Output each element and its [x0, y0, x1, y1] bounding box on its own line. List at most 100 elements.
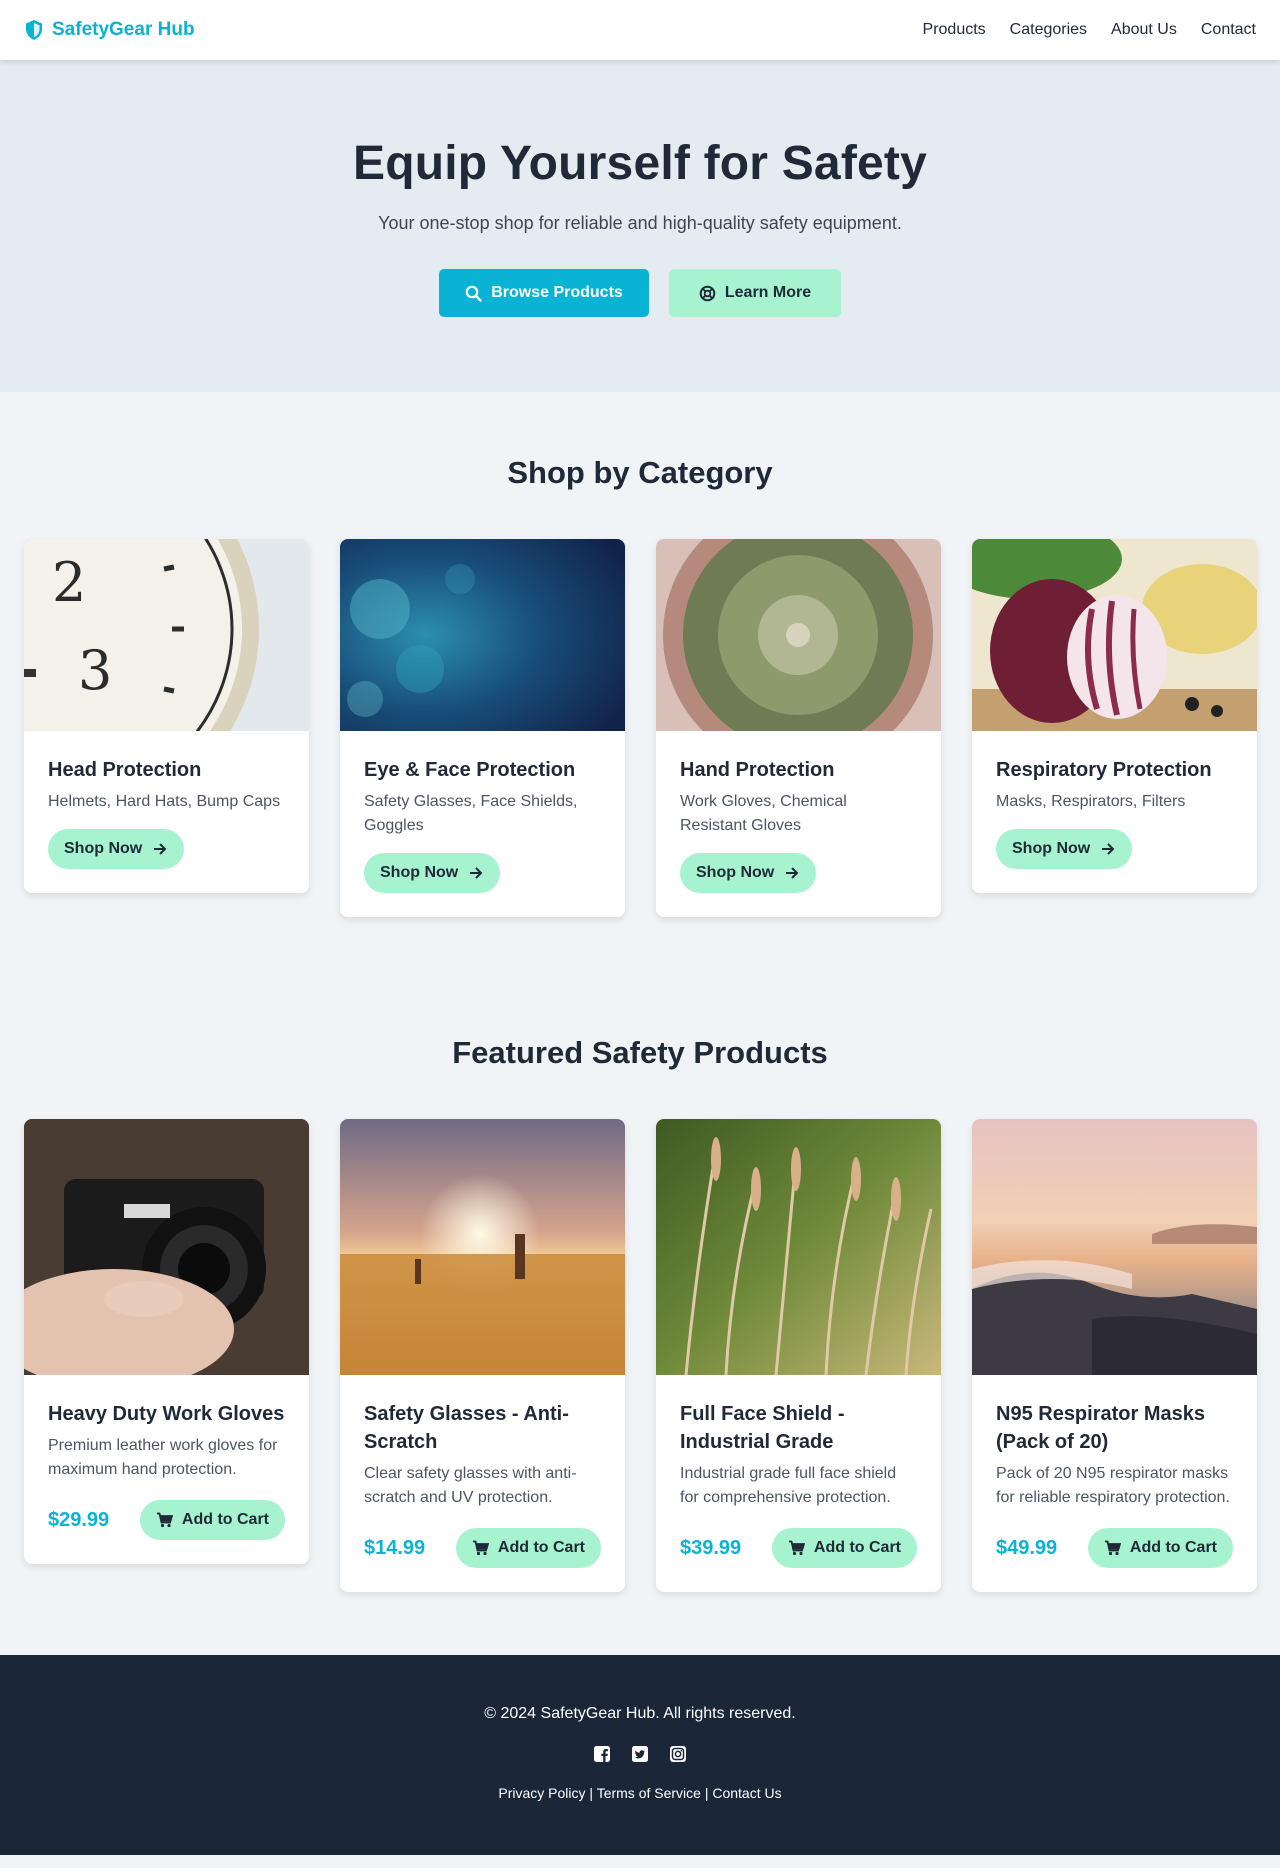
shop-now-button[interactable]: Shop Now	[364, 853, 501, 893]
product-description: Clear safety glasses with anti-scratch a…	[364, 1465, 577, 1506]
category-title: Head Protection	[48, 759, 202, 781]
product-card-body: Full Face Shield - Industrial Grade Indu…	[656, 1375, 941, 1592]
category-image-clock: 2 3	[24, 539, 309, 731]
nav-link-products[interactable]: Products	[923, 21, 986, 39]
social-links	[0, 1745, 1280, 1763]
contact-us-link[interactable]: Contact Us	[712, 1785, 781, 1801]
category-image-onion	[972, 539, 1257, 731]
svg-text:2: 2	[52, 551, 86, 614]
footer-separator: |	[585, 1785, 597, 1801]
hero-section: Equip Yourself for Safety Your one-stop …	[0, 60, 1280, 392]
hero-buttons: Browse Products Learn More	[0, 269, 1280, 317]
add-to-cart-button[interactable]: Add to Cart	[455, 1528, 601, 1568]
search-icon	[465, 285, 482, 302]
category-description: Work Gloves, Chemical Resistant Gloves	[680, 793, 847, 834]
category-card-hand[interactable]: Hand Protection Work Gloves, Chemical Re…	[656, 539, 941, 917]
add-to-cart-label: Add to Cart	[181, 1511, 269, 1528]
cart-icon	[472, 1540, 489, 1556]
arrow-right-icon	[784, 865, 800, 881]
price-row: $14.99 Add to Cart	[364, 1528, 601, 1568]
product-image-camera	[24, 1119, 309, 1375]
product-description: Industrial grade full face shield for co…	[680, 1465, 897, 1506]
featured-products-title: Featured Safety Products	[452, 1035, 828, 1070]
shop-now-label: Shop Now	[1012, 840, 1091, 857]
category-description: Masks, Respirators, Filters	[996, 793, 1186, 810]
product-price: $49.99	[996, 1536, 1058, 1559]
nav-link-contact[interactable]: Contact	[1201, 21, 1256, 39]
add-to-cart-label: Add to Cart	[497, 1539, 585, 1556]
featured-products-section: Featured Safety Products Heavy Duty Work…	[0, 917, 1280, 1592]
price-row: $49.99 Add to Cart	[996, 1528, 1233, 1568]
product-price: $14.99	[364, 1536, 426, 1559]
arrow-right-icon	[468, 865, 484, 881]
category-image-ocean	[340, 539, 625, 731]
nav-links: Products Categories About Us Contact	[923, 21, 1256, 39]
category-card-body: Hand Protection Work Gloves, Chemical Re…	[656, 731, 941, 917]
shop-now-button[interactable]: Shop Now	[48, 829, 185, 869]
brand-logo[interactable]: SafetyGear Hub	[24, 19, 195, 41]
category-card-body: Respiratory Protection Masks, Respirator…	[972, 731, 1257, 893]
product-card-face-shield[interactable]: Full Face Shield - Industrial Grade Indu…	[656, 1119, 941, 1592]
arrow-right-icon	[1100, 841, 1116, 857]
category-image-cactus	[656, 539, 941, 731]
shield-icon	[24, 19, 44, 41]
category-card-body: Eye & Face Protection Safety Glasses, Fa…	[340, 731, 625, 917]
add-to-cart-label: Add to Cart	[1129, 1539, 1217, 1556]
footer-links: Privacy Policy | Terms of Service | Cont…	[0, 1785, 1280, 1801]
product-image-sunset-field	[340, 1119, 625, 1375]
cart-icon	[1104, 1540, 1121, 1556]
cart-icon	[156, 1512, 173, 1528]
product-price: $39.99	[680, 1536, 742, 1559]
category-description: Helmets, Hard Hats, Bump Caps	[48, 793, 281, 810]
category-card-respiratory[interactable]: Respiratory Protection Masks, Respirator…	[972, 539, 1257, 893]
add-to-cart-label: Add to Cart	[813, 1539, 901, 1556]
learn-more-button[interactable]: Learn More	[669, 269, 841, 317]
category-title: Respiratory Protection	[996, 759, 1212, 781]
category-card-eye-face[interactable]: Eye & Face Protection Safety Glasses, Fa…	[340, 539, 625, 917]
category-card-body: Head Protection Helmets, Hard Hats, Bump…	[24, 731, 309, 893]
footer-separator: |	[700, 1785, 713, 1801]
brand-name: SafetyGear Hub	[52, 19, 195, 40]
category-card-head[interactable]: 2 3 Head Protection Helmets, Hard Hats, …	[24, 539, 309, 893]
product-title: Full Face Shield - Industrial Grade	[680, 1403, 845, 1453]
product-title: Safety Glasses - Anti-Scratch	[364, 1403, 569, 1453]
price-row: $29.99 Add to Cart	[48, 1500, 285, 1540]
shop-now-button[interactable]: Shop Now	[680, 853, 817, 893]
svg-text:3: 3	[78, 639, 112, 702]
lifebuoy-icon	[699, 285, 716, 302]
facebook-icon[interactable]	[593, 1745, 611, 1763]
product-card-safety-glasses[interactable]: Safety Glasses - Anti-Scratch Clear safe…	[340, 1119, 625, 1592]
product-title: Heavy Duty Work Gloves	[48, 1403, 285, 1425]
category-description: Safety Glasses, Face Shields, Goggles	[364, 793, 578, 834]
product-card-body: Heavy Duty Work Gloves Premium leather w…	[24, 1375, 309, 1564]
product-card-work-gloves[interactable]: Heavy Duty Work Gloves Premium leather w…	[24, 1119, 309, 1564]
product-card-body: N95 Respirator Masks (Pack of 20) Pack o…	[972, 1375, 1257, 1592]
add-to-cart-button[interactable]: Add to Cart	[771, 1528, 917, 1568]
learn-more-label: Learn More	[724, 284, 812, 301]
product-card-n95-masks[interactable]: N95 Respirator Masks (Pack of 20) Pack o…	[972, 1119, 1257, 1592]
arrow-right-icon	[152, 841, 168, 857]
product-grid: Heavy Duty Work Gloves Premium leather w…	[0, 1119, 1280, 1592]
add-to-cart-button[interactable]: Add to Cart	[1087, 1528, 1233, 1568]
product-card-body: Safety Glasses - Anti-Scratch Clear safe…	[340, 1375, 625, 1592]
shop-now-button[interactable]: Shop Now	[996, 829, 1133, 869]
product-title: N95 Respirator Masks (Pack of 20)	[996, 1403, 1205, 1453]
category-title: Eye & Face Protection	[364, 759, 576, 781]
copyright-text: © 2024 SafetyGear Hub. All rights reserv…	[484, 1705, 796, 1722]
shop-now-label: Shop Now	[696, 864, 775, 881]
product-description: Premium leather work gloves for maximum …	[48, 1437, 278, 1478]
hero-subtitle: Your one-stop shop for reliable and high…	[378, 213, 902, 233]
product-image-grass	[656, 1119, 941, 1375]
terms-of-service-link[interactable]: Terms of Service	[597, 1785, 701, 1801]
cart-icon	[788, 1540, 805, 1556]
add-to-cart-button[interactable]: Add to Cart	[139, 1500, 285, 1540]
hero-title: Equip Yourself for Safety	[353, 137, 927, 190]
privacy-policy-link[interactable]: Privacy Policy	[498, 1785, 585, 1801]
instagram-icon[interactable]	[669, 1745, 687, 1763]
twitter-icon[interactable]	[631, 1745, 649, 1763]
browse-products-button[interactable]: Browse Products	[439, 269, 649, 317]
nav-link-categories[interactable]: Categories	[1010, 21, 1087, 39]
browse-products-label: Browse Products	[491, 284, 623, 301]
product-price: $29.99	[48, 1508, 110, 1531]
nav-link-about-us[interactable]: About Us	[1111, 21, 1177, 39]
